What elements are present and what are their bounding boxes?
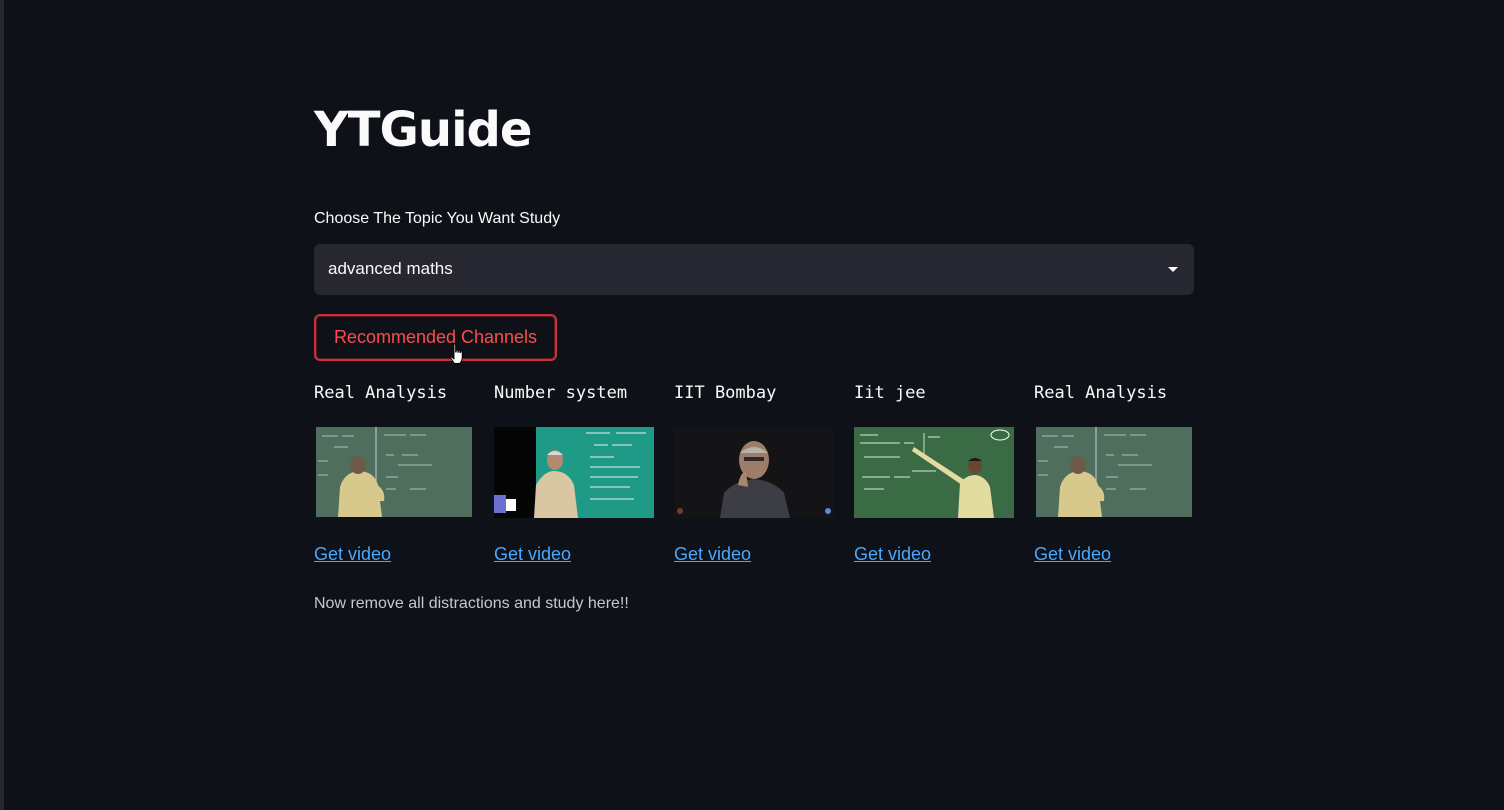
chevron-down-icon[interactable] <box>1168 267 1178 272</box>
video-title: Iit jee <box>854 383 926 403</box>
video-thumbnail[interactable] <box>674 427 834 518</box>
video-card: Iit jee Get video <box>854 380 1014 580</box>
topic-select[interactable]: advanced maths <box>314 244 1194 295</box>
video-card: Real Analysis Get video <box>314 380 474 580</box>
video-thumbnail[interactable] <box>314 427 474 518</box>
video-card: Real Analysis Get video <box>1034 380 1194 580</box>
video-title: Real Analysis <box>314 383 448 403</box>
window-edge <box>0 0 4 810</box>
video-title: Real Analysis <box>1034 383 1168 403</box>
hand-pointer-icon <box>450 343 463 364</box>
video-title: IIT Bombay <box>674 383 777 403</box>
get-video-link[interactable]: Get video <box>1034 542 1111 566</box>
video-title: Number system <box>494 383 628 403</box>
get-video-link[interactable]: Get video <box>854 542 931 566</box>
get-video-link[interactable]: Get video <box>494 542 571 566</box>
get-video-link[interactable]: Get video <box>314 542 391 566</box>
video-thumbnail[interactable] <box>1034 427 1194 518</box>
page-title: YTGuide <box>314 102 532 158</box>
video-thumbnail[interactable] <box>494 427 654 518</box>
footer-message: Now remove all distractions and study he… <box>314 595 629 612</box>
video-grid: Real Analysis Get video Number system Ge… <box>314 380 1214 580</box>
topic-select-label: Choose The Topic You Want Study <box>314 210 561 227</box>
topic-select-value: advanced maths <box>328 259 453 278</box>
video-card: Number system Get video <box>494 380 654 580</box>
video-card: IIT Bombay Get video <box>674 380 834 580</box>
recommended-channels-button[interactable]: Recommended Channels <box>314 314 557 361</box>
video-thumbnail[interactable] <box>854 427 1014 518</box>
get-video-link[interactable]: Get video <box>674 542 751 566</box>
